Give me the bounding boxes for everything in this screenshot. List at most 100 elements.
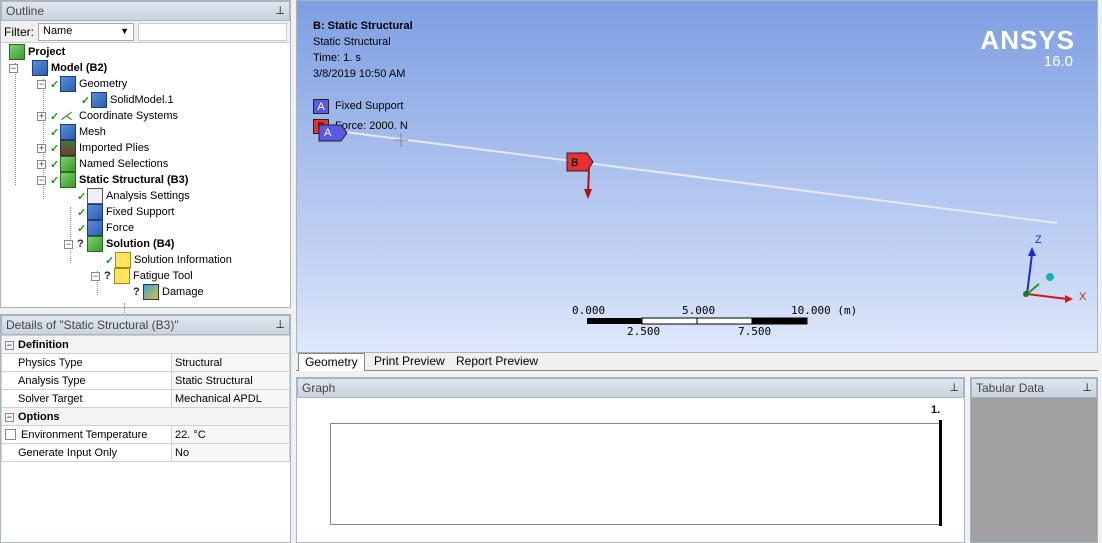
details-value[interactable]: Structural bbox=[171, 353, 290, 372]
filter-dropdown[interactable]: Name ▼ bbox=[38, 22, 134, 41]
tree-item-damage[interactable]: ? Damage bbox=[133, 284, 204, 300]
tree-item-analysis-settings[interactable]: ✓ Analysis Settings bbox=[77, 188, 190, 204]
tree-item-project[interactable]: Project bbox=[9, 44, 65, 60]
x-axis bbox=[1026, 293, 1068, 300]
graph-panel: Graph ⊥ 1. bbox=[296, 377, 965, 543]
mesh-icon bbox=[60, 124, 76, 140]
model-view bbox=[318, 124, 1073, 325]
details-key: Environment Temperature bbox=[21, 428, 148, 441]
check-icon: ✓ bbox=[50, 174, 60, 187]
fixed-support-icon bbox=[87, 204, 103, 220]
pin-icon[interactable]: ⊥ bbox=[1082, 381, 1092, 394]
details-value[interactable]: Mechanical APDL bbox=[171, 389, 290, 408]
solution-information-icon bbox=[115, 252, 131, 268]
details-row[interactable]: Solver Target Mechanical APDL bbox=[1, 389, 290, 408]
collapse-icon[interactable]: − bbox=[64, 239, 73, 249]
tree-item-solution-information[interactable]: ✓ Solution Information bbox=[105, 252, 232, 268]
graph-plot-area[interactable] bbox=[330, 423, 941, 525]
details-table: − Definition Physics Type Structural Anal… bbox=[1, 335, 290, 462]
tree-item-label: Analysis Settings bbox=[106, 190, 190, 202]
details-title-bar: Details of "Static Structural (B3)" ⊥ bbox=[1, 315, 290, 335]
tree-item-solidmodel[interactable]: ✓ SolidModel.1 bbox=[81, 92, 174, 108]
filter-label: Filter: bbox=[4, 24, 34, 39]
group-label: Definition bbox=[18, 338, 69, 351]
filter-row: Filter: Name ▼ bbox=[1, 21, 290, 43]
graph-time-marker[interactable] bbox=[939, 420, 942, 526]
graphics-viewport[interactable]: B: Static Structural Static Structural T… bbox=[296, 0, 1098, 353]
details-key: Solver Target bbox=[1, 389, 172, 408]
marker-a-label: A bbox=[324, 127, 332, 139]
tree-item-coordinate-systems[interactable]: + ✓ ⋌ Coordinate Systems bbox=[37, 108, 178, 124]
tree-item-label: Model (B2) bbox=[51, 62, 108, 74]
outline-title-bar: Outline ⊥ bbox=[1, 1, 290, 21]
check-icon: ✓ bbox=[50, 142, 60, 155]
question-mark-icon: ? bbox=[77, 238, 84, 250]
details-value[interactable]: 22. °C bbox=[171, 425, 290, 444]
tree-item-label: Mesh bbox=[79, 126, 106, 138]
details-row[interactable]: Generate Input Only No bbox=[1, 443, 290, 462]
details-panel: Details of "Static Structural (B3)" ⊥ − D… bbox=[0, 314, 291, 543]
details-key: Analysis Type bbox=[1, 371, 172, 390]
view-tabs: Geometry Print Preview Report Preview bbox=[296, 353, 1098, 371]
z-axis-label: Z bbox=[1035, 234, 1042, 246]
tab-geometry[interactable]: Geometry bbox=[298, 353, 365, 371]
tree-item-label: Static Structural (B3) bbox=[79, 174, 189, 186]
tree-item-geometry[interactable]: − ✓ Geometry bbox=[37, 76, 127, 92]
pin-icon[interactable]: ⊥ bbox=[275, 4, 285, 17]
collapse-icon[interactable]: − bbox=[5, 412, 14, 422]
tree-item-fixed-support[interactable]: ✓ Fixed Support bbox=[77, 204, 174, 220]
graph-value-label: 1. bbox=[931, 404, 941, 416]
details-title: Details of "Static Structural (B3)" bbox=[6, 318, 179, 332]
collapse-icon[interactable]: − bbox=[5, 340, 14, 350]
expand-icon[interactable]: + bbox=[37, 143, 46, 153]
details-row[interactable]: Physics Type Structural bbox=[1, 353, 290, 372]
tree-item-fatigue-tool[interactable]: − ? Fatigue Tool bbox=[91, 268, 193, 284]
details-value[interactable]: No bbox=[171, 443, 290, 462]
tab-print-preview[interactable]: Print Preview bbox=[368, 353, 451, 371]
details-group-options[interactable]: − Options bbox=[1, 407, 290, 426]
details-group-definition[interactable]: − Definition bbox=[1, 335, 290, 354]
details-row[interactable]: Analysis Type Static Structural bbox=[1, 371, 290, 390]
tree-item-solution[interactable]: − ? Solution (B4) bbox=[64, 236, 174, 252]
collapse-icon[interactable]: − bbox=[9, 63, 18, 73]
expand-icon[interactable]: + bbox=[37, 159, 46, 169]
tree-item-mesh[interactable]: ✓ Mesh bbox=[50, 124, 106, 140]
check-icon: ✓ bbox=[81, 94, 91, 107]
tree-item-named-selections[interactable]: + ✓ Named Selections bbox=[37, 156, 168, 172]
graph-title-bar: Graph ⊥ bbox=[297, 378, 964, 398]
tree-item-force[interactable]: ✓ Force bbox=[77, 220, 134, 236]
tree-item-model[interactable]: − Model (B2) bbox=[9, 60, 107, 76]
x-axis-label: X bbox=[1079, 291, 1087, 303]
tree-item-label: Damage bbox=[162, 286, 204, 298]
beam-line bbox=[336, 130, 1058, 224]
tab-report-preview[interactable]: Report Preview bbox=[450, 353, 544, 371]
chevron-down-icon: ▼ bbox=[120, 25, 129, 36]
triad-ball bbox=[1046, 273, 1054, 281]
expand-icon[interactable]: + bbox=[37, 111, 46, 121]
fatigue-tool-icon bbox=[114, 268, 130, 284]
check-icon: ✓ bbox=[50, 158, 60, 171]
tree-item-static-structural[interactable]: − ✓ Static Structural (B3) bbox=[37, 172, 188, 188]
collapse-icon[interactable]: − bbox=[91, 271, 100, 281]
plies-icon bbox=[60, 140, 76, 156]
collapse-icon[interactable]: − bbox=[37, 79, 46, 89]
outline-tree: Project − Model (B2) − ✓ Geometry ✓ Soli… bbox=[1, 43, 290, 315]
collapse-icon[interactable]: − bbox=[37, 175, 46, 185]
group-label: Options bbox=[18, 410, 60, 423]
scale-label: 7.500 bbox=[738, 325, 772, 338]
tree-item-label: Project bbox=[28, 46, 66, 58]
tree-item-imported-plies[interactable]: + ✓ Imported Plies bbox=[37, 140, 149, 156]
pin-icon[interactable]: ⊥ bbox=[949, 381, 959, 394]
tabular-title: Tabular Data bbox=[976, 381, 1045, 395]
details-row[interactable]: Environment Temperature 22. °C bbox=[1, 425, 290, 444]
model-icon bbox=[32, 60, 48, 76]
solid-body-icon bbox=[91, 92, 107, 108]
tree-item-label: Fixed Support bbox=[106, 206, 175, 218]
details-value[interactable]: Static Structural bbox=[171, 371, 290, 390]
filter-input[interactable] bbox=[138, 22, 287, 41]
pin-icon[interactable]: ⊥ bbox=[275, 318, 285, 331]
check-icon: ✓ bbox=[77, 190, 87, 203]
scale-label: 10.000 (m) bbox=[791, 304, 858, 317]
outline-title: Outline bbox=[6, 4, 45, 18]
parameter-checkbox[interactable] bbox=[5, 429, 16, 441]
